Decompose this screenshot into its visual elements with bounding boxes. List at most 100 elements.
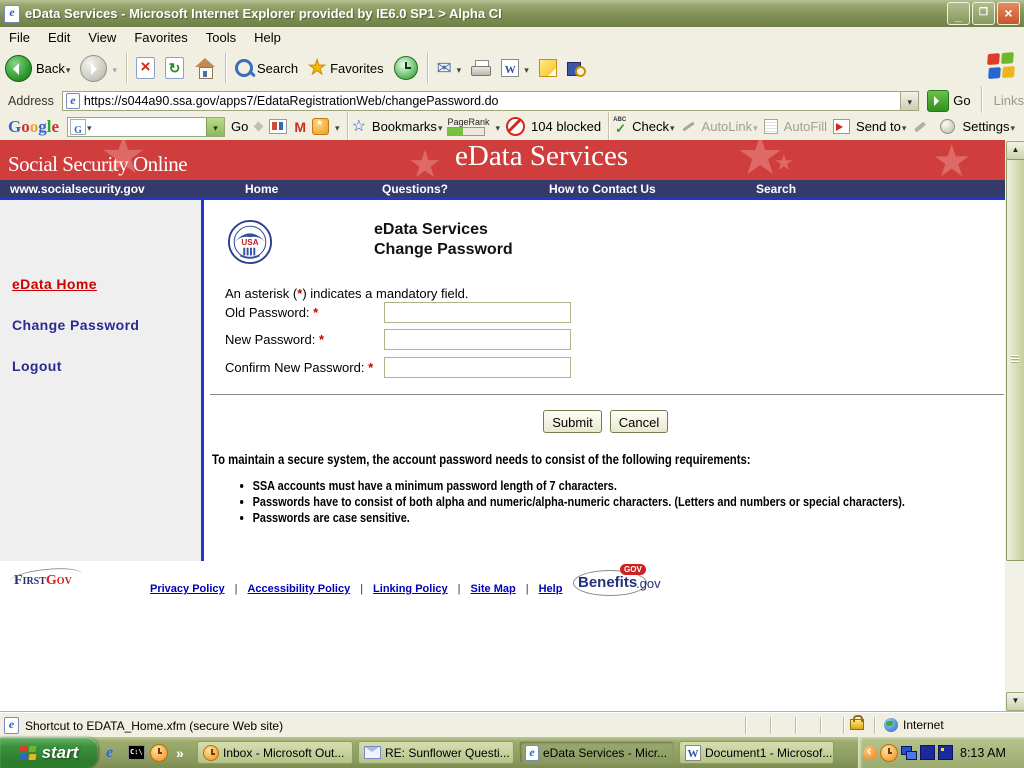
go-icon[interactable]: [927, 89, 950, 112]
autolink-button[interactable]: AutoLink: [702, 119, 758, 134]
autofill-button[interactable]: AutoFill: [784, 119, 827, 134]
footer-link-sitemap[interactable]: Site Map: [470, 583, 515, 595]
cancel-button[interactable]: Cancel: [610, 410, 668, 433]
google-search-dropdown-button[interactable]: [206, 117, 225, 136]
scroll-up-button[interactable]: ▲: [1006, 141, 1024, 160]
pagerank-dropdown[interactable]: [495, 119, 501, 134]
footer-link-help[interactable]: Help: [539, 583, 563, 595]
print-button[interactable]: [466, 51, 496, 85]
research-button[interactable]: [562, 51, 590, 85]
address-input[interactable]: https://s044a90.ssa.gov/apps7/EdataRegis…: [61, 90, 920, 111]
menu-favorites[interactable]: Favorites: [125, 30, 196, 45]
outlook-icon: [203, 744, 219, 761]
favorites-button[interactable]: ★ Favorites: [303, 51, 388, 85]
close-button[interactable]: ×: [997, 2, 1020, 25]
send-to-button[interactable]: Send to: [856, 119, 906, 134]
tray-app-icon-2[interactable]: [938, 745, 953, 760]
status-bar: Shortcut to EDATA_Home.xfm (secure Web s…: [0, 712, 1024, 738]
task-inbox[interactable]: Inbox - Microsoft Out...: [197, 741, 353, 764]
news-icon[interactable]: [269, 119, 288, 134]
refresh-icon: [164, 57, 184, 79]
menu-edit[interactable]: Edit: [39, 30, 79, 45]
page-title: eData Services Change Password: [374, 220, 513, 260]
check-button[interactable]: Check: [632, 119, 674, 134]
history-button[interactable]: [389, 51, 423, 85]
firstgov-logo[interactable]: FirstGov: [14, 573, 72, 589]
footer-link-linking[interactable]: Linking Policy: [373, 583, 448, 595]
search-options-icon[interactable]: [253, 121, 264, 132]
google-tools-icon[interactable]: [312, 118, 330, 135]
start-button[interactable]: start: [0, 737, 98, 768]
links-label[interactable]: Links: [994, 93, 1024, 108]
star-decoration: [932, 140, 971, 180]
mail-button[interactable]: ✉: [432, 51, 467, 85]
footer-link-accessibility[interactable]: Accessibility Policy: [247, 583, 350, 595]
task-word-document[interactable]: Document1 - Microsof...: [679, 741, 834, 764]
back-button[interactable]: Back: [0, 51, 75, 85]
footer-link-privacy[interactable]: Privacy Policy: [150, 583, 225, 595]
home-button[interactable]: [189, 51, 221, 85]
ie-app-icon: [4, 4, 20, 23]
blocked-count[interactable]: 104 blocked: [531, 119, 601, 134]
go-label[interactable]: Go: [953, 93, 970, 108]
restore-button[interactable]: ❐: [972, 2, 995, 25]
mail-icon: ✉: [436, 58, 452, 78]
windows-logo-icon: [987, 50, 1017, 82]
menu-help[interactable]: Help: [245, 30, 290, 45]
nav-home[interactable]: Home: [245, 182, 278, 196]
requirements-intro: To maintain a secure system, the account…: [212, 452, 751, 467]
google-search-input[interactable]: [67, 116, 226, 137]
forward-button[interactable]: [75, 51, 122, 85]
tray-clock-icon[interactable]: [880, 743, 898, 762]
tray-clock: 8:13 AM: [960, 745, 1006, 760]
nav-search[interactable]: Search: [756, 182, 796, 196]
task-email[interactable]: RE: Sunflower Questi...: [358, 741, 514, 764]
google-go-button[interactable]: Go: [231, 119, 248, 134]
nav-questions[interactable]: Questions?: [382, 182, 448, 196]
old-password-label: Old Password:: [225, 305, 310, 320]
scroll-thumb[interactable]: [1006, 159, 1024, 561]
quicklaunch-cmd[interactable]: [128, 737, 145, 768]
refresh-button[interactable]: [160, 51, 189, 85]
title-bar: eData Services - Microsoft Internet Expl…: [0, 0, 1024, 27]
google-toolbar: Google Go M ☆ Bookmarks PageRank 104 blo…: [0, 111, 1024, 142]
sidebar-item-edata-home[interactable]: eData Home: [12, 276, 97, 292]
edit-with-word-button[interactable]: [496, 51, 534, 85]
quicklaunch-outlook[interactable]: [150, 737, 168, 768]
pagerank-widget[interactable]: PageRank: [447, 117, 490, 136]
sidebar-item-change-password[interactable]: Change Password: [12, 317, 139, 333]
submit-button[interactable]: Submit: [543, 410, 602, 433]
new-password-input[interactable]: [384, 329, 571, 350]
google-search-dropdown: [86, 118, 206, 136]
nav-contact[interactable]: How to Contact Us: [549, 182, 656, 196]
page-icon: [65, 92, 80, 109]
scroll-down-button[interactable]: ▼: [1006, 692, 1024, 711]
quicklaunch-ie[interactable]: e: [106, 737, 113, 768]
menu-file[interactable]: File: [0, 30, 39, 45]
address-dropdown-button[interactable]: [900, 91, 919, 110]
tray-network-icon[interactable]: [901, 745, 917, 760]
bookmarks-button[interactable]: Bookmarks: [372, 119, 443, 134]
google-tools-dropdown[interactable]: [334, 119, 340, 134]
restore-icon: ❐: [979, 7, 988, 18]
stop-button[interactable]: [131, 51, 160, 85]
benefits-gov-logo[interactable]: GOV Benefits .gov: [573, 564, 666, 596]
menu-view[interactable]: View: [79, 30, 125, 45]
search-button[interactable]: Search: [230, 51, 303, 85]
tray-collapse-icon[interactable]: [863, 743, 877, 760]
old-password-input[interactable]: [384, 302, 571, 323]
gmail-icon[interactable]: M: [294, 119, 306, 135]
vertical-scrollbar[interactable]: ▲ ▼: [1005, 140, 1024, 712]
minimize-button[interactable]: _: [947, 2, 970, 25]
quicklaunch-overflow[interactable]: [176, 737, 184, 768]
task-edata-services[interactable]: eData Services - Micr...: [519, 741, 674, 764]
pagerank-label: PageRank: [447, 117, 490, 127]
tray-app-icon[interactable]: [920, 745, 935, 760]
menu-tools[interactable]: Tools: [197, 30, 245, 45]
sidebar-item-logout[interactable]: Logout: [12, 358, 62, 374]
google-g-icon: [70, 118, 87, 135]
settings-button[interactable]: Settings: [962, 119, 1015, 134]
settings-group[interactable]: Settings: [940, 113, 1018, 140]
messenger-button[interactable]: [534, 51, 562, 85]
confirm-password-input[interactable]: [384, 357, 571, 378]
